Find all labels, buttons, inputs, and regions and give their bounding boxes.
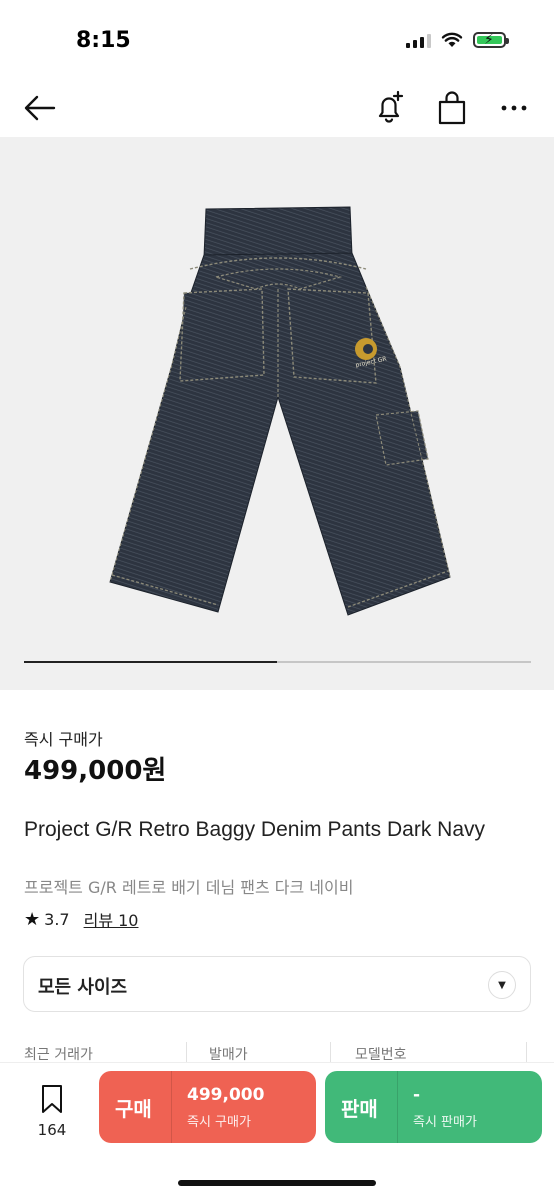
buy-button[interactable]: 구매 499,000 즉시 구매가 (99, 1071, 316, 1143)
product-image-carousel[interactable]: project GR (0, 137, 554, 690)
status-time: 8:15 (76, 28, 131, 53)
status-bar: 8:15 ⚡ (0, 0, 554, 80)
product-title-en: Project G/R Retro Baggy Denim Pants Dark… (24, 818, 485, 841)
home-indicator (178, 1180, 376, 1186)
shopping-bag-icon[interactable] (434, 88, 470, 128)
bookmark-button[interactable]: 164 (34, 1083, 70, 1139)
size-select-label: 모든 사이즈 (38, 977, 128, 998)
wifi-icon (441, 32, 463, 47)
rating: ★ 3.7 리뷰 10 (24, 907, 138, 931)
stat-recent-trade: 최근 거래가 (24, 1047, 93, 1062)
more-icon[interactable] (496, 88, 532, 128)
buy-button-price: 499,000 (187, 1085, 265, 1105)
product-image: project GR (109, 206, 451, 616)
star-icon: ★ (24, 908, 41, 930)
back-arrow-icon[interactable] (22, 90, 58, 126)
stat-release-price: 발매가 (209, 1047, 248, 1062)
top-navigation (0, 80, 554, 136)
size-select[interactable]: 모든 사이즈 ▼ (23, 956, 531, 1012)
bookmark-count: 164 (37, 1121, 67, 1139)
buy-button-sub: 즉시 구매가 (187, 1115, 251, 1130)
buy-button-label: 구매 (115, 1097, 152, 1121)
stats-row: 최근 거래가 발매가 모델번호 (0, 1042, 554, 1062)
product-title-ko: 프로젝트 G/R 레트로 배기 데님 팬츠 다크 네이비 (24, 878, 354, 897)
sell-button[interactable]: 판매 - 즉시 판매가 (325, 1071, 542, 1143)
price: 499,000원 (24, 756, 167, 786)
battery-icon: ⚡ (473, 32, 509, 48)
sell-button-price: - (413, 1085, 421, 1105)
rating-score: 3.7 (44, 909, 70, 929)
instant-buy-price-label: 즉시 구매가 (24, 730, 103, 749)
chevron-down-icon: ▼ (488, 971, 516, 999)
review-link[interactable]: 리뷰 10 (84, 907, 139, 931)
sell-button-label: 판매 (341, 1097, 378, 1121)
bookmark-icon (42, 1085, 62, 1113)
carousel-indicator (24, 661, 531, 663)
status-icons: ⚡ (406, 32, 509, 48)
stat-model-number: 모델번호 (355, 1047, 407, 1062)
bell-plus-icon[interactable] (372, 88, 408, 128)
signal-icon (406, 32, 431, 48)
sell-button-sub: 즉시 판매가 (413, 1115, 477, 1130)
